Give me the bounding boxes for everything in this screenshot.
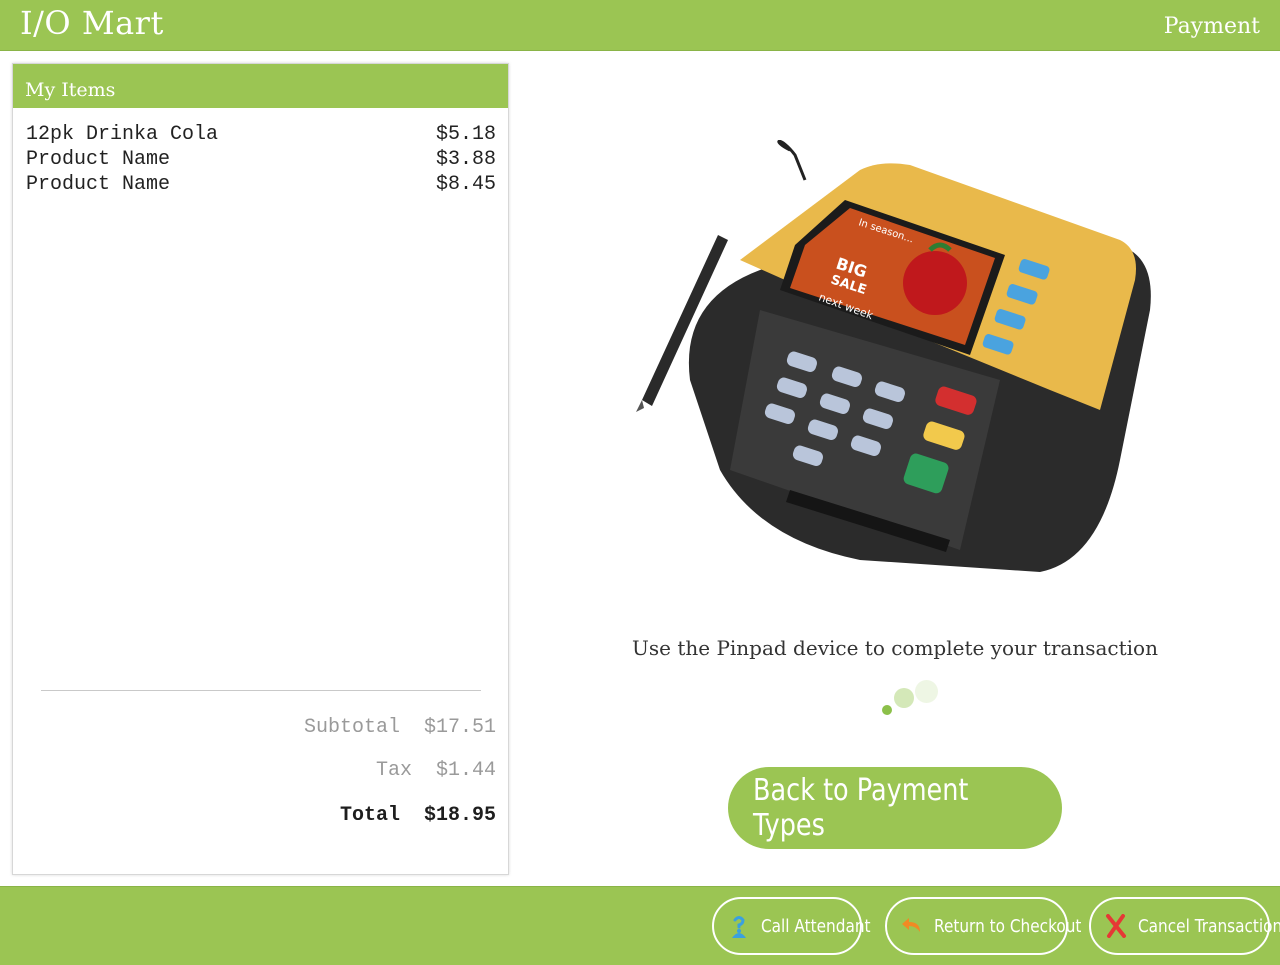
return-arrow-icon xyxy=(902,918,920,932)
back-to-payment-types-button[interactable]: Back to Payment Types xyxy=(728,767,1062,849)
subtotal-value: $17.51 xyxy=(423,716,496,739)
item-name: Product Name xyxy=(26,148,171,171)
item-price: $8.45 xyxy=(435,173,496,196)
spinner-dot xyxy=(894,688,914,708)
list-item: 12pk Drinka Cola $5.18 xyxy=(26,122,496,147)
item-name: 12pk Drinka Cola xyxy=(26,123,219,146)
tax-value: $1.44 xyxy=(435,759,496,782)
list-item: Product Name $3.88 xyxy=(26,147,496,172)
back-to-payment-types-label: Back to Payment Types xyxy=(753,773,969,843)
item-price: $3.88 xyxy=(435,148,496,171)
my-items-panel: My Items 12pk Drinka Cola $5.18 Product … xyxy=(12,63,509,875)
subtotal-label: Subtotal xyxy=(303,716,400,739)
cancel-transaction-button[interactable]: Cancel Transaction xyxy=(1089,897,1280,955)
page-title: Payment xyxy=(1163,14,1260,39)
total-label: Total xyxy=(339,804,400,827)
pinpad-device-image: BIG SALE In season... next week xyxy=(636,140,1151,572)
tax-row: Tax $1.44 xyxy=(196,759,496,782)
bottom-bar: Call Attendant Return to Checkout Cancel… xyxy=(0,886,1280,965)
instruction-text: Use the Pinpad device to complete your t… xyxy=(632,636,1158,660)
top-bar: I/O Mart Payment xyxy=(0,0,1280,51)
tax-label: Tax xyxy=(375,759,412,782)
x-cancel-icon xyxy=(1106,914,1126,938)
subtotal-row: Subtotal $17.51 xyxy=(196,716,496,739)
my-items-header: My Items xyxy=(13,64,508,108)
app-brand: I/O Mart xyxy=(20,4,164,42)
summary-divider xyxy=(41,690,481,691)
total-row: Total $18.95 xyxy=(196,804,496,827)
cancel-transaction-label: Cancel Transaction xyxy=(1138,915,1280,937)
item-price: $5.18 xyxy=(435,123,496,146)
item-name: Product Name xyxy=(26,173,171,196)
list-item: Product Name $8.45 xyxy=(26,172,496,197)
call-attendant-label: Call Attendant xyxy=(761,915,871,937)
question-person-icon xyxy=(732,916,746,938)
spinner-dot xyxy=(915,680,938,703)
return-to-checkout-label: Return to Checkout xyxy=(934,915,1082,937)
return-to-checkout-button[interactable]: Return to Checkout xyxy=(885,897,1081,955)
call-attendant-button[interactable]: Call Attendant xyxy=(712,897,871,955)
spinner-dot xyxy=(882,705,892,715)
loading-spinner xyxy=(880,680,940,720)
item-list: 12pk Drinka Cola $5.18 Product Name $3.8… xyxy=(26,122,496,197)
total-value: $18.95 xyxy=(423,804,496,827)
